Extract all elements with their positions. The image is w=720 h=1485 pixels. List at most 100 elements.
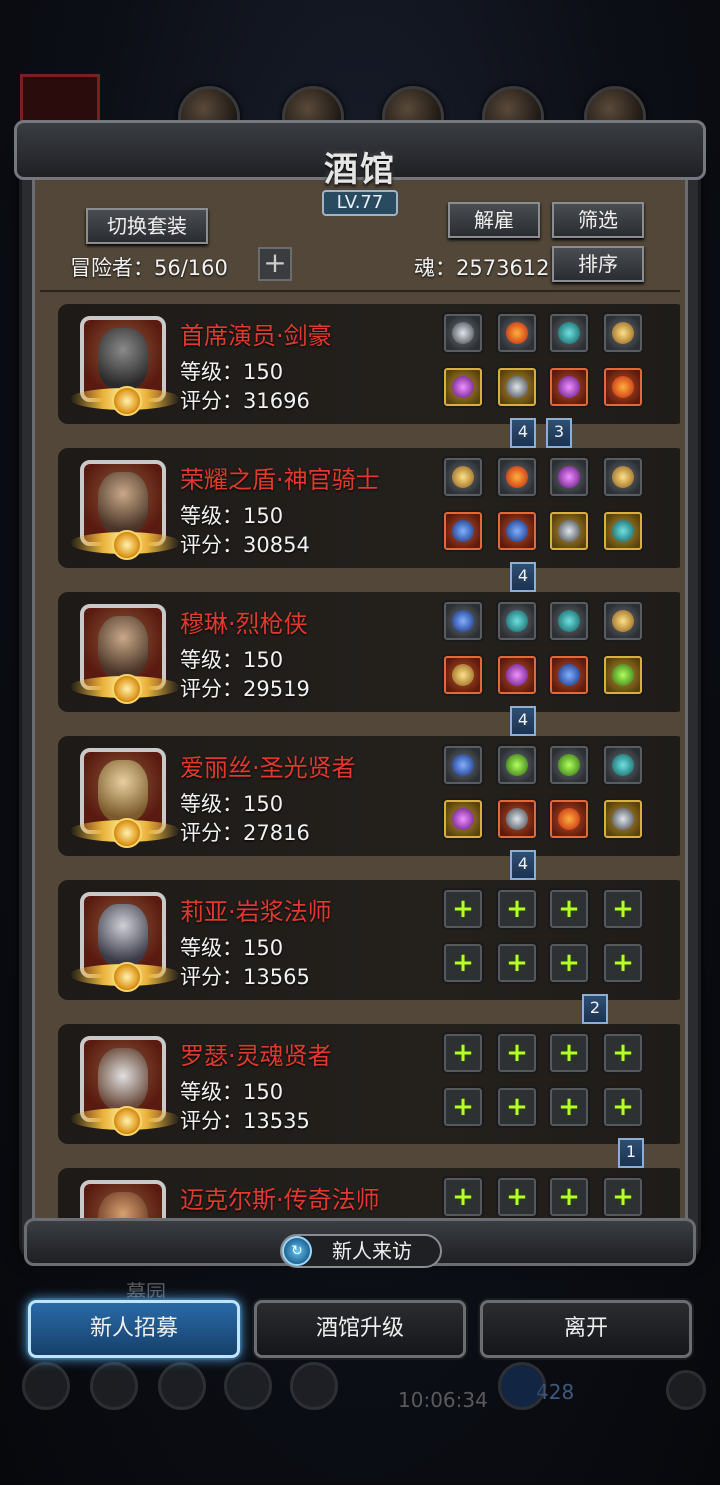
plus-icon: +	[558, 1182, 580, 1212]
add-equipment-button[interactable]: +	[442, 888, 484, 930]
adventurer-count: 冒险者：56/160	[70, 256, 228, 280]
ring-slot-icon[interactable]	[602, 654, 644, 696]
bracelet-slot-icon[interactable]	[442, 456, 484, 498]
expand-capacity-button[interactable]: +	[258, 247, 292, 281]
necklace-slot-icon[interactable]	[602, 798, 644, 840]
sword-slot-icon[interactable]	[442, 366, 484, 408]
gear-icon[interactable]	[22, 1362, 70, 1410]
add-equipment-button[interactable]: +	[548, 942, 590, 984]
stone-slot-icon[interactable]	[602, 744, 644, 786]
leave-button[interactable]: 离开	[480, 1300, 692, 1358]
flame-slot-icon[interactable]	[496, 312, 538, 354]
add-equipment-button[interactable]: +	[442, 942, 484, 984]
bracelet-slot-icon[interactable]	[442, 600, 484, 642]
staff-slot-icon[interactable]	[442, 798, 484, 840]
refresh-icon: ↻	[282, 1236, 312, 1266]
add-equipment-button[interactable]: +	[548, 1032, 590, 1074]
potion-slot-icon[interactable]	[496, 744, 538, 786]
hero-score: 评分：27816	[180, 821, 310, 845]
helmet-slot-icon[interactable]	[442, 510, 484, 552]
shield-icon[interactable]	[290, 1362, 338, 1410]
hero-portrait	[70, 316, 180, 416]
list-item[interactable]: 迈克尔斯·传奇法师 + + + +	[58, 1168, 680, 1218]
plus-icon: +	[452, 1038, 474, 1068]
bow-slot-icon[interactable]	[602, 600, 644, 642]
stone-slot-icon[interactable]	[548, 600, 590, 642]
add-equipment-button[interactable]: +	[496, 1176, 538, 1218]
list-item[interactable]: 穆琳·烈枪侠 等级：150 评分：29519	[58, 592, 680, 712]
hero-score: 评分：29519	[180, 677, 310, 701]
list-item[interactable]: 首席演员·剑豪 等级：150 评分：31696	[58, 304, 680, 424]
list-item[interactable]: 莉亚·岩浆法师 等级：150 评分：13565 + + + + + + + +	[58, 880, 680, 1000]
gem-slot-icon[interactable]	[548, 654, 590, 696]
filter-button[interactable]: 筛选	[552, 202, 644, 238]
set-marker: 2	[582, 994, 608, 1024]
ring-slot-icon[interactable]	[442, 312, 484, 354]
rank-gem-icon	[112, 530, 142, 560]
armor-slot-icon[interactable]	[496, 510, 538, 552]
crystal-slot-icon[interactable]	[548, 456, 590, 498]
armor-slot-icon[interactable]	[496, 798, 538, 840]
relic-slot-icon[interactable]	[548, 744, 590, 786]
set-marker: 4	[510, 850, 536, 880]
bracelet-slot-icon[interactable]	[442, 744, 484, 786]
list-item[interactable]: 罗瑟·灵魂贤者 等级：150 评分：13535 + + + + + + + +	[58, 1024, 680, 1144]
dismiss-button[interactable]: 解雇	[448, 202, 540, 238]
add-equipment-button[interactable]: +	[496, 1032, 538, 1074]
plus-icon: +	[558, 1092, 580, 1122]
add-equipment-button[interactable]: +	[442, 1086, 484, 1128]
plus-icon: +	[612, 894, 634, 924]
add-equipment-button[interactable]: +	[602, 1176, 644, 1218]
necklace-slot-icon[interactable]	[602, 366, 644, 408]
plus-icon: +	[452, 1092, 474, 1122]
add-equipment-button[interactable]: +	[496, 942, 538, 984]
hero-level: 等级：150	[180, 504, 284, 528]
hero-score: 评分：31696	[180, 389, 310, 413]
medallion-slot-icon[interactable]	[548, 510, 590, 552]
hero-portrait	[80, 1180, 166, 1218]
add-equipment-button[interactable]: +	[548, 1086, 590, 1128]
add-equipment-button[interactable]: +	[602, 942, 644, 984]
hero-name: 莉亚·岩浆法师	[180, 898, 332, 926]
switch-outfit-button[interactable]: 切换套装	[86, 208, 208, 244]
helmet-slot-icon[interactable]	[548, 366, 590, 408]
scroll-icon[interactable]	[158, 1362, 206, 1410]
ore-slot-icon[interactable]	[496, 600, 538, 642]
armor-slot-icon[interactable]	[496, 654, 538, 696]
mail-icon[interactable]	[224, 1362, 272, 1410]
plus-icon: +	[506, 948, 528, 978]
list-item[interactable]: 荣耀之盾·神官骑士 等级：150 评分：30854	[58, 448, 680, 568]
hero-list[interactable]: 首席演员·剑豪 等级：150 评分：31696 4 3 荣耀之盾·神官骑士 等级…	[40, 290, 680, 1218]
hero-portrait	[70, 604, 180, 704]
hero-avatar	[98, 616, 148, 678]
amulet-slot-icon[interactable]	[602, 312, 644, 354]
ring-slot-icon[interactable]	[602, 456, 644, 498]
plus-icon[interactable]	[666, 1370, 706, 1410]
recruit-button[interactable]: 新人招募	[28, 1300, 240, 1358]
pistol-slot-icon[interactable]	[442, 654, 484, 696]
hero-avatar	[98, 1192, 148, 1218]
hero-name: 迈克尔斯·传奇法师	[180, 1186, 380, 1214]
add-equipment-button[interactable]: +	[602, 1086, 644, 1128]
add-equipment-button[interactable]: +	[442, 1032, 484, 1074]
hero-portrait	[70, 460, 180, 560]
list-item[interactable]: 爱丽丝·圣光贤者 等级：150 评分：27816	[58, 736, 680, 856]
hero-portrait	[70, 748, 180, 848]
star-icon[interactable]	[90, 1362, 138, 1410]
add-equipment-button[interactable]: +	[442, 1176, 484, 1218]
hero-avatar	[98, 760, 148, 822]
armor-slot-icon[interactable]	[496, 366, 538, 408]
add-equipment-button[interactable]: +	[548, 1176, 590, 1218]
bracer-slot-icon[interactable]	[548, 798, 590, 840]
add-equipment-button[interactable]: +	[602, 1032, 644, 1074]
heart-slot-icon[interactable]	[496, 456, 538, 498]
add-equipment-button[interactable]: +	[548, 888, 590, 930]
stone-slot-icon[interactable]	[548, 312, 590, 354]
add-equipment-button[interactable]: +	[496, 1086, 538, 1128]
add-equipment-button[interactable]: +	[602, 888, 644, 930]
shield-slot-icon[interactable]	[602, 510, 644, 552]
tavern-upgrade-button[interactable]: 酒馆升级	[254, 1300, 466, 1358]
add-equipment-button[interactable]: +	[496, 888, 538, 930]
plus-icon: +	[452, 894, 474, 924]
sort-button[interactable]: 排序	[552, 246, 644, 282]
